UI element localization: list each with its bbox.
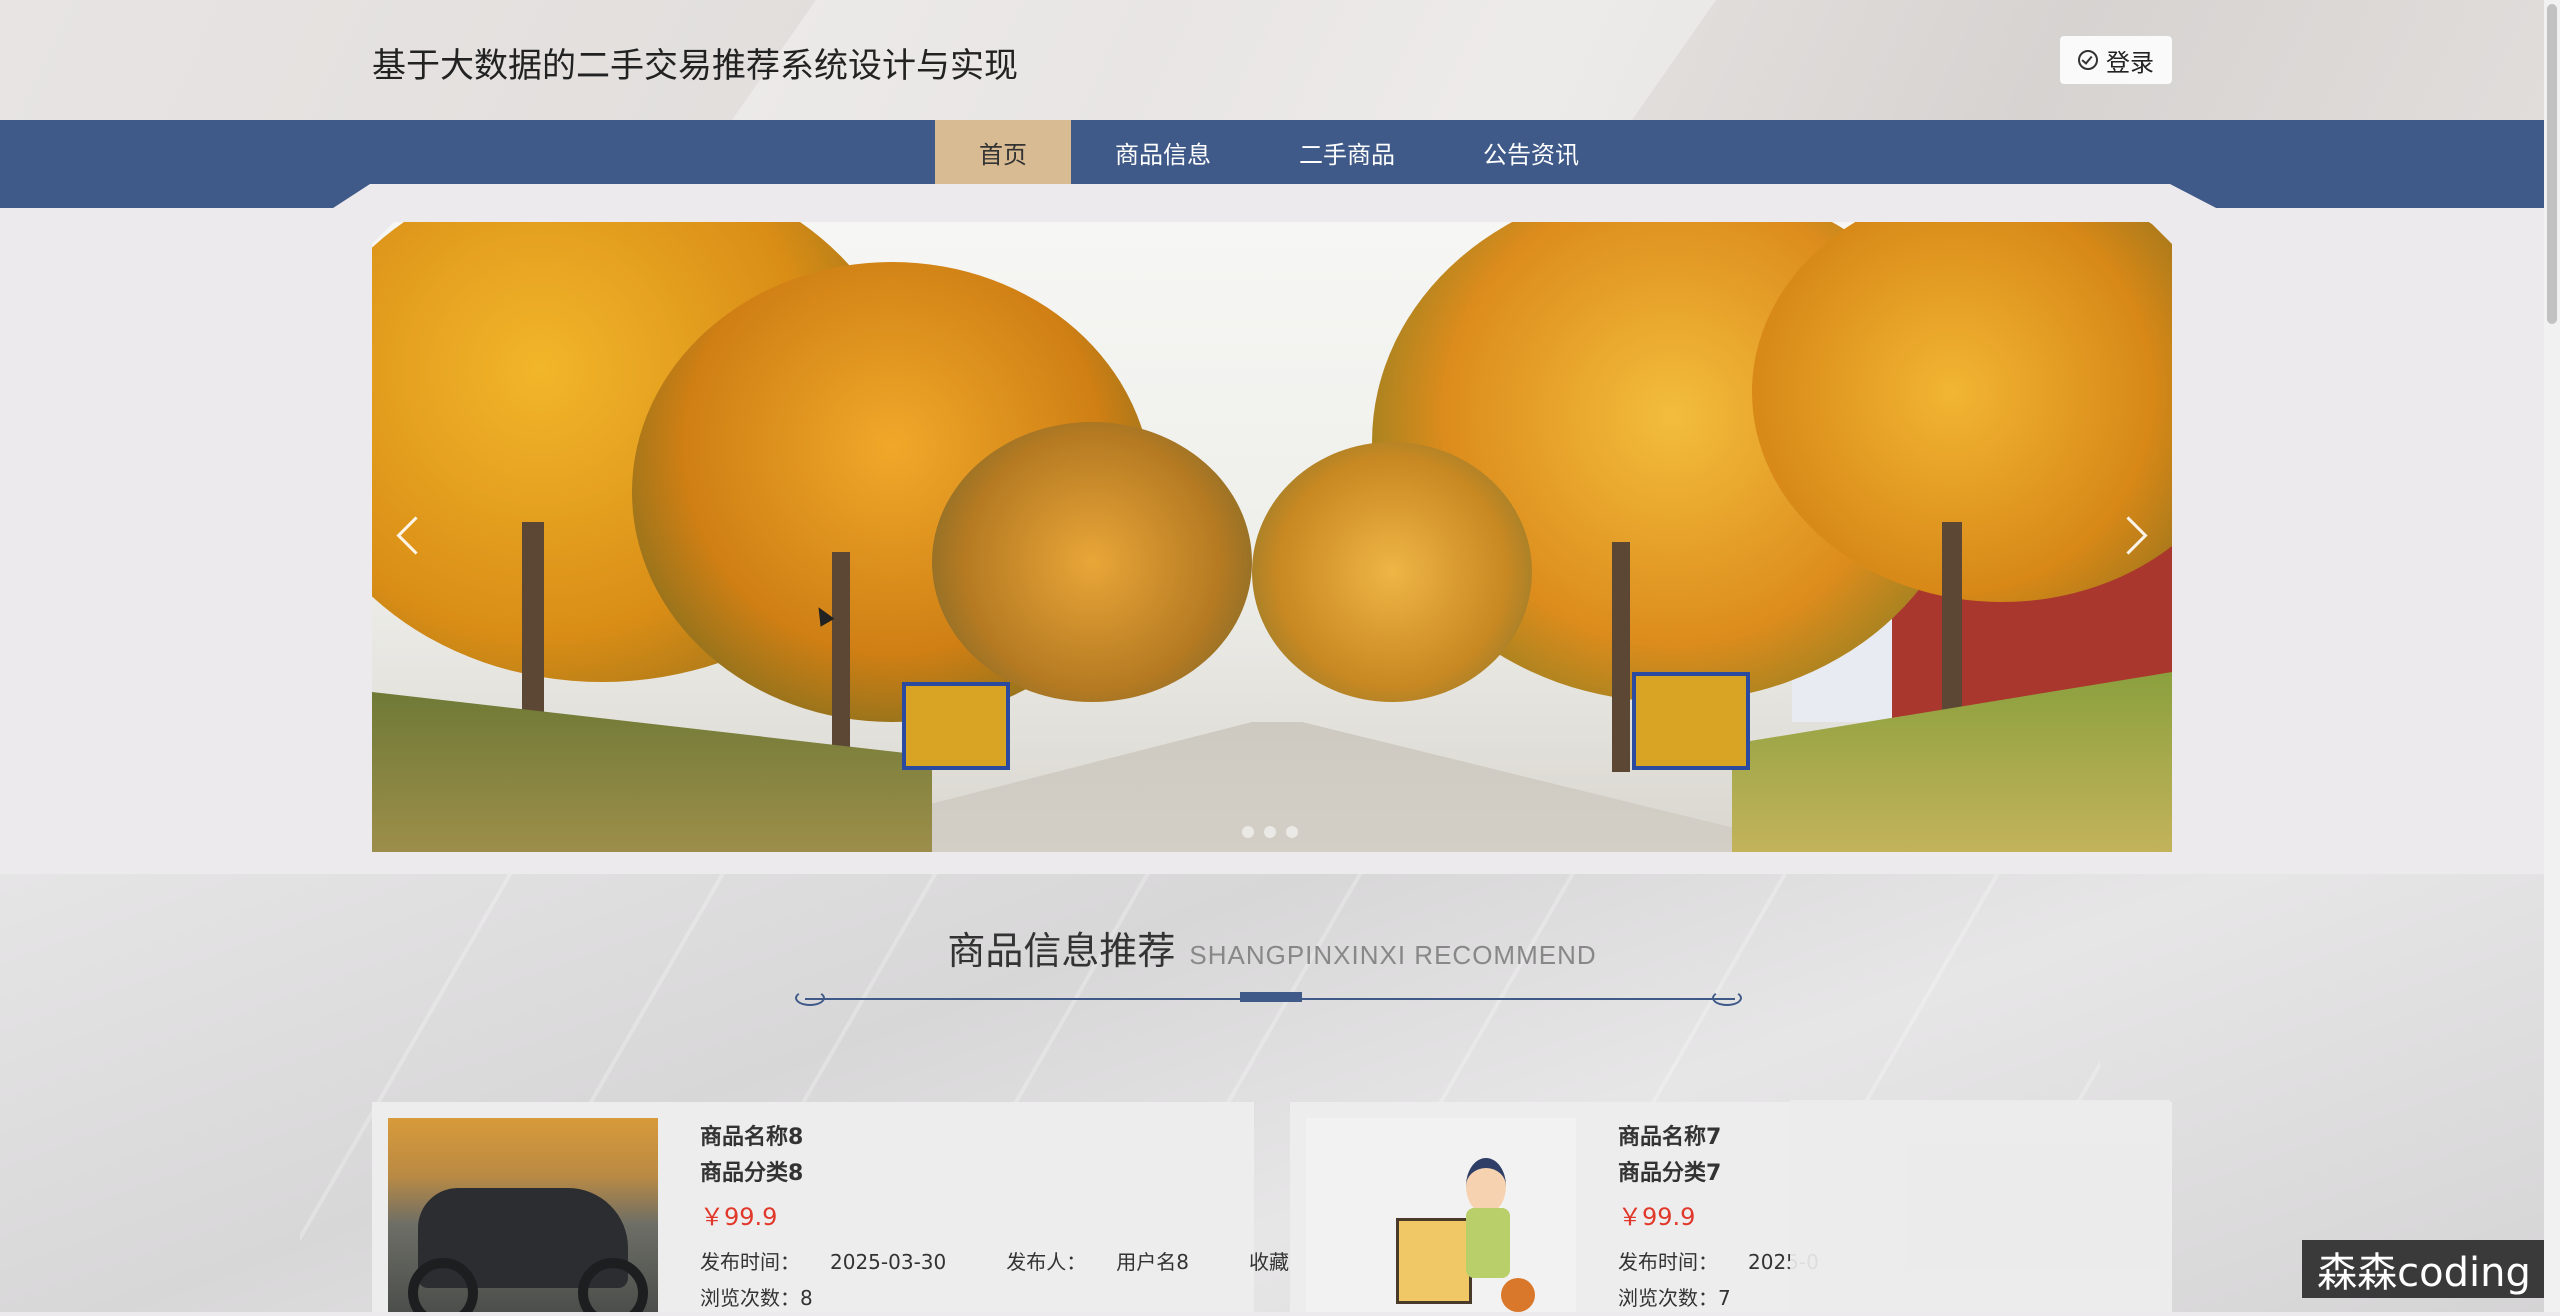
carousel-dot[interactable] [1242, 826, 1254, 838]
section-title: 商品信息推荐 SHANGPINXINXI RECOMMEND [0, 920, 2544, 975]
cartoon-ball [1501, 1278, 1535, 1312]
banner-tree [932, 422, 1252, 702]
cartoon-board [1396, 1218, 1472, 1304]
product-card[interactable]: 商品名称8 商品分类8 ￥99.9 发布时间： 2025-03-30 发布人： 用户名… [372, 1102, 1352, 1312]
divider-curl-left [795, 990, 825, 1006]
scrollbar-thumb[interactable] [2547, 4, 2557, 324]
banner-sign [902, 682, 1010, 770]
publish-time: 2025-03-30 [830, 1250, 947, 1274]
carousel-dot[interactable] [1286, 826, 1298, 838]
site-title: 基于大数据的二手交易推荐系统设计与实现 [372, 46, 1018, 86]
product-image[interactable] [388, 1118, 658, 1312]
views-count: 7 [1718, 1286, 1731, 1310]
section-title-cn: 商品信息推荐 [947, 929, 1176, 973]
publish-time-label: 发布时间： [700, 1250, 800, 1274]
cartoon-body [1466, 1208, 1510, 1278]
page-scrollbar[interactable] [2544, 0, 2560, 1312]
nav-shelf [330, 184, 2220, 210]
login-button[interactable]: 登录 [2060, 36, 2172, 84]
banner-sign [1632, 672, 1750, 770]
nav-item-announcements[interactable]: 公告资讯 [1439, 120, 1623, 184]
header: 基于大数据的二手交易推荐系统设计与实现 登录 [0, 0, 2544, 120]
product-image[interactable] [1306, 1118, 1576, 1312]
main-nav: 首页 商品信息 二手商品 公告资讯 [935, 120, 1623, 184]
nav-item-home[interactable]: 首页 [935, 120, 1071, 184]
section-title-en: SHANGPINXINXI RECOMMEND [1189, 940, 1597, 970]
nav-item-product-info[interactable]: 商品信息 [1071, 120, 1255, 184]
login-label: 登录 [2106, 48, 2154, 77]
publish-time-label: 发布时间： [1618, 1250, 1718, 1274]
section-divider-mark [1240, 992, 1302, 1002]
carousel-indicators [1242, 826, 1298, 838]
banner-carousel[interactable] [372, 222, 2172, 852]
views-label: 浏览次数： [700, 1286, 800, 1310]
banner-trunk [1612, 542, 1630, 772]
nav-item-secondhand[interactable]: 二手商品 [1255, 120, 1439, 184]
views-label: 浏览次数： [1618, 1286, 1718, 1310]
banner-tree [1252, 442, 1532, 702]
views-count: 8 [800, 1286, 813, 1310]
publisher-label: 发布人： [1006, 1250, 1087, 1274]
divider-curl-right [1712, 990, 1742, 1006]
watermark: 森森coding [2302, 1240, 2546, 1298]
check-circle-icon [2078, 50, 2098, 70]
cartoon-head [1466, 1158, 1506, 1214]
publisher: 用户名8 [1116, 1250, 1189, 1274]
blurred-region [1790, 1100, 2170, 1312]
motorcycle-wheel [578, 1258, 648, 1312]
carousel-dot[interactable] [1264, 826, 1276, 838]
